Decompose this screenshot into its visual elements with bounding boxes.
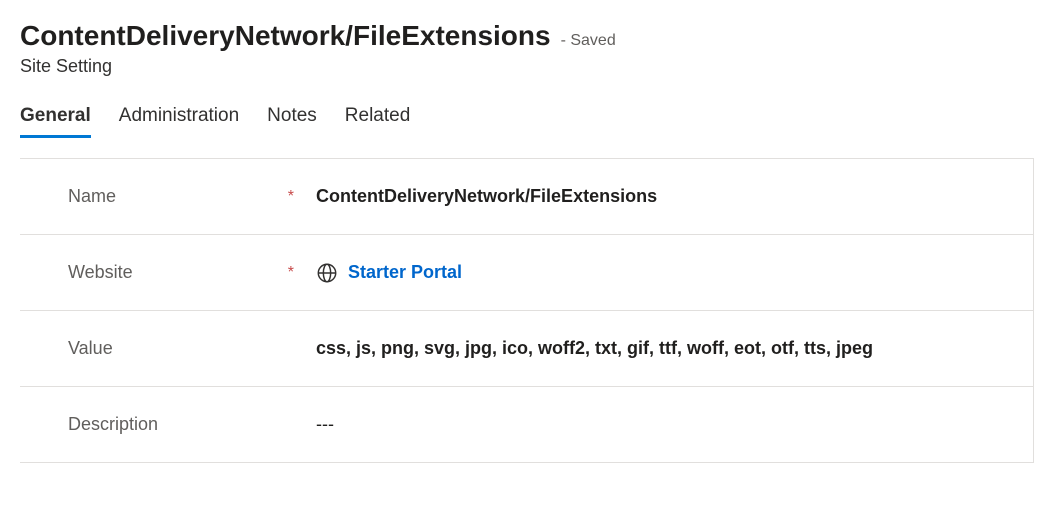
value-field[interactable]: css, js, png, svg, jpg, ico, woff2, txt,… <box>316 338 1033 359</box>
globe-icon <box>316 262 338 284</box>
field-label-value: Value <box>68 338 113 359</box>
field-row-website: Website * Starter Portal <box>20 235 1033 311</box>
entity-type-label: Site Setting <box>20 56 1034 77</box>
field-row-name: Name * ContentDeliveryNetwork/FileExtens… <box>20 159 1033 235</box>
field-label-description: Description <box>68 414 158 435</box>
form-panel: Name * ContentDeliveryNetwork/FileExtens… <box>20 158 1034 463</box>
field-row-description: Description --- <box>20 387 1033 463</box>
save-status: - Saved <box>561 32 616 50</box>
required-marker: * <box>288 188 294 206</box>
field-label-cell: Description <box>68 414 316 435</box>
page-title: ContentDeliveryNetwork/FileExtensions <box>20 20 551 52</box>
field-label-cell: Website * <box>68 262 316 283</box>
field-label-name: Name <box>68 186 116 207</box>
field-label-website: Website <box>68 262 133 283</box>
tab-bar: General Administration Notes Related <box>20 105 1034 138</box>
description-field[interactable]: --- <box>316 414 1033 435</box>
field-label-cell: Value <box>68 338 316 359</box>
required-marker: * <box>288 264 294 282</box>
tab-notes[interactable]: Notes <box>267 105 317 138</box>
tab-general[interactable]: General <box>20 105 91 138</box>
page-header: ContentDeliveryNetwork/FileExtensions - … <box>20 20 1034 52</box>
website-field[interactable]: Starter Portal <box>316 262 1033 284</box>
name-field[interactable]: ContentDeliveryNetwork/FileExtensions <box>316 186 1033 207</box>
website-lookup-link[interactable]: Starter Portal <box>348 262 462 283</box>
field-row-value: Value css, js, png, svg, jpg, ico, woff2… <box>20 311 1033 387</box>
tab-administration[interactable]: Administration <box>119 105 239 138</box>
field-label-cell: Name * <box>68 186 316 207</box>
tab-related[interactable]: Related <box>345 105 411 138</box>
